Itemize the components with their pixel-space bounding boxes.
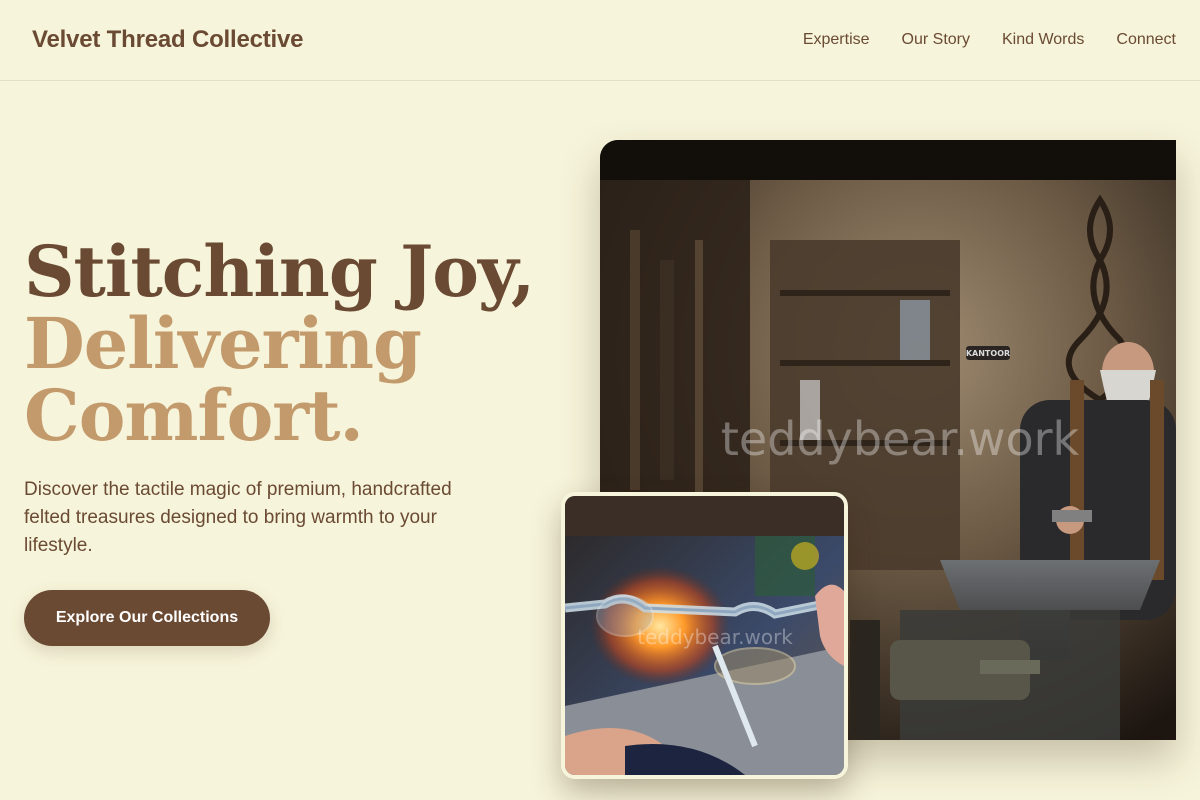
main-image-watermark: teddybear.work [721,412,1080,466]
brand-logo-text[interactable]: Velvet Thread Collective [32,26,304,54]
hero-description: Discover the tactile magic of premium, h… [24,479,452,556]
nav-link-kind-words[interactable]: Kind Words [1002,31,1084,49]
hero-title-line-1: Stitching Joy, [24,230,535,313]
main-nav: Expertise Our Story Kind Words Connect [803,31,1176,49]
site-header: Velvet Thread Collective Expertise Our S… [0,0,1200,81]
hero-title: Stitching Joy, Delivering Comfort. [24,236,584,452]
glassblowing-image: teddybear.work [561,492,848,779]
small-image-watermark: teddybear.work [637,625,793,649]
kantoor-sign-text: KANTOOR [966,349,1010,358]
hero-title-line-2: Delivering [24,302,422,385]
hero-title-line-3: Comfort. [24,374,364,457]
explore-collections-button[interactable]: Explore Our Collections [24,590,270,646]
nav-link-our-story[interactable]: Our Story [902,31,970,49]
nav-link-connect[interactable]: Connect [1116,31,1176,49]
nav-link-expertise[interactable]: Expertise [803,31,870,49]
